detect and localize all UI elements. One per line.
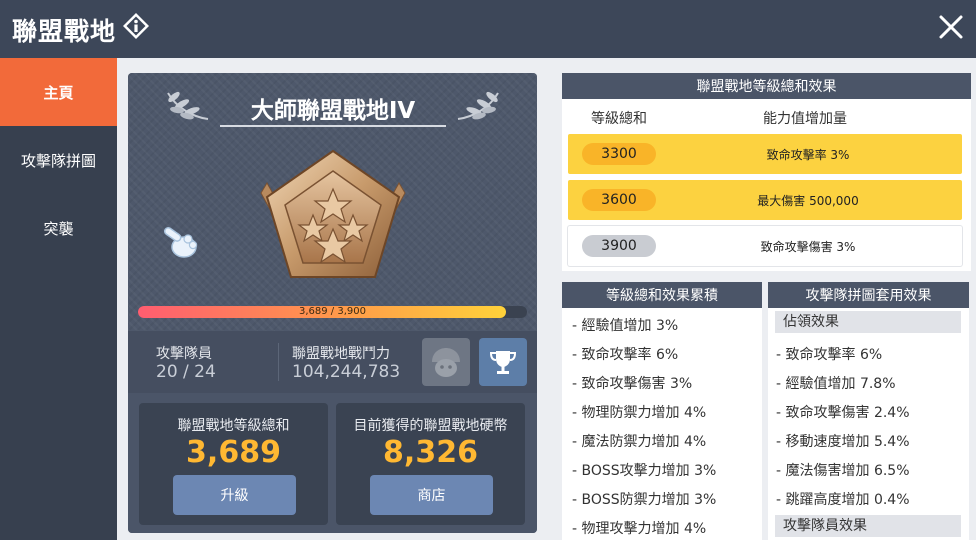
level-total-value: 3,689 xyxy=(186,435,281,470)
pointer-hand-icon xyxy=(163,227,198,258)
list-item: - 致命攻擊率 6% xyxy=(572,347,679,363)
list-item: - 物理攻擊力增加 4% xyxy=(572,521,707,537)
level-pill: 3300 xyxy=(582,143,656,165)
col-header-effect: 能力值增加量 xyxy=(763,111,847,127)
list-item: - BOSS攻擊力增加 3% xyxy=(572,463,717,479)
members-value: 20 / 24 xyxy=(156,362,216,382)
list-item: - 經驗值增加 3% xyxy=(572,318,679,334)
mushroom-face-icon xyxy=(432,348,460,377)
shop-button[interactable]: 商店 xyxy=(370,475,493,515)
info-icon[interactable] xyxy=(122,12,150,40)
sidebar: 主頁 攻擊隊拼圖 突襲 xyxy=(0,58,117,540)
cumulative-title: 等級總和效果累積 xyxy=(562,282,762,308)
list-item: - 致命攻擊傷害 3% xyxy=(572,376,693,392)
col-header-level: 等級總和 xyxy=(591,111,647,127)
level-pill: 3600 xyxy=(582,189,656,211)
sidebar-item-puzzle[interactable]: 攻擊隊拼圖 xyxy=(0,126,117,194)
effect-text: 最大傷害 500,000 xyxy=(757,193,859,208)
rank-card: 大師聯盟戰地IV 3,689 / 3,900 攻擊隊員 20 / 24 聯盟戰地… xyxy=(128,73,537,533)
rank-emblem-icon xyxy=(260,149,406,278)
list-item: - 移動速度增加 5.4% xyxy=(776,434,910,450)
list-item: - 經驗值增加 7.8% xyxy=(776,376,896,392)
sidebar-item-label: 攻擊隊拼圖 xyxy=(20,151,96,170)
list-item: - 跳躍高度增加 0.4% xyxy=(776,492,910,508)
effect-row: 3600 最大傷害 500,000 xyxy=(568,180,962,220)
effect-row: 3300 致命攻擊率 3% xyxy=(568,134,962,174)
stats-row: 攻擊隊員 20 / 24 聯盟戰地戰鬥力 104,244,783 xyxy=(128,331,537,393)
members-label: 攻擊隊員 xyxy=(156,346,212,362)
effect-text: 致命攻擊率 3% xyxy=(766,147,850,162)
stats-divider xyxy=(278,343,279,381)
sidebar-item-home[interactable]: 主頁 xyxy=(0,58,117,126)
character-face-button[interactable] xyxy=(422,338,470,386)
effect-row: 3900 致命攻擊傷害 3% xyxy=(568,226,962,266)
upgrade-button[interactable]: 升級 xyxy=(173,475,296,515)
list-item: - 致命攻擊率 6% xyxy=(776,347,883,363)
top-bar: 聯盟戰地 xyxy=(0,0,976,58)
effects-table-title: 聯盟戰地等級總和效果 xyxy=(562,73,971,99)
list-item: - 物理防禦力增加 4% xyxy=(572,405,707,421)
sidebar-item-label: 突襲 xyxy=(43,219,74,238)
trophy-button[interactable] xyxy=(479,338,527,386)
member-effect-group: 攻擊隊員效果 xyxy=(775,515,961,537)
title-underline xyxy=(220,125,446,127)
list-item: - 魔法防禦力增加 4% xyxy=(572,434,707,450)
coins-value: 8,326 xyxy=(383,435,478,470)
level-pill: 3900 xyxy=(582,235,656,257)
effect-text: 致命攻擊傷害 3% xyxy=(760,239,856,254)
laurel-right-icon xyxy=(457,91,499,120)
close-icon[interactable] xyxy=(936,12,966,42)
list-item: - BOSS防禦力增加 3% xyxy=(572,492,717,508)
coins-label: 目前獲得的聯盟戰地硬幣 xyxy=(353,418,508,434)
power-value: 104,244,783 xyxy=(292,362,401,382)
occupy-effect-group: 佔領效果 xyxy=(775,311,961,333)
level-total-card: 聯盟戰地等級總和 3,689 升級 xyxy=(139,403,328,525)
puzzle-title: 攻擊隊拼圖套用效果 xyxy=(768,282,969,308)
level-progress-text: 3,689 / 3,900 xyxy=(299,306,366,317)
laurel-left-icon xyxy=(167,91,209,120)
level-total-label: 聯盟戰地等級總和 xyxy=(177,418,290,434)
rank-title: 大師聯盟戰地IV xyxy=(250,98,416,124)
power-label: 聯盟戰地戰鬥力 xyxy=(292,346,390,362)
rank-banner: 大師聯盟戰地IV 3,689 / 3,900 xyxy=(128,73,537,331)
list-item: - 致命攻擊傷害 2.4% xyxy=(776,405,910,421)
coins-card: 目前獲得的聯盟戰地硬幣 8,326 商店 xyxy=(336,403,525,525)
page-title: 聯盟戰地 xyxy=(12,17,117,46)
list-item: - 魔法傷害增加 6.5% xyxy=(776,463,910,479)
sidebar-item-label: 主頁 xyxy=(43,83,74,102)
sidebar-item-raid[interactable]: 突襲 xyxy=(0,194,117,262)
trophy-icon xyxy=(489,351,517,374)
